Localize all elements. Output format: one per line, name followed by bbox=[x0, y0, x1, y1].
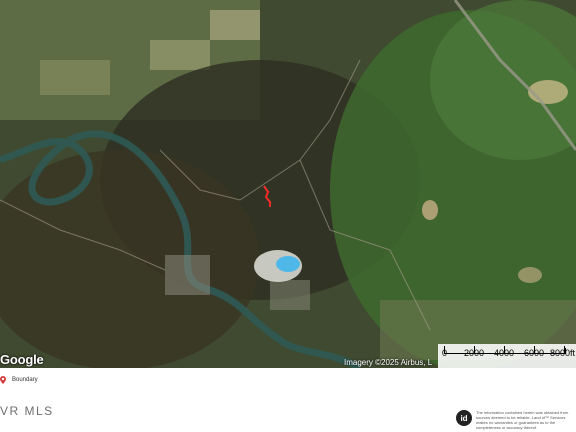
map-legend: Boundary bbox=[0, 376, 38, 384]
imagery-attribution[interactable]: Imagery ©2025 Airbus, L bbox=[344, 358, 432, 367]
google-logo: Google bbox=[0, 352, 44, 367]
land-id-logo: id bbox=[456, 410, 472, 426]
scale-label: 8000ft bbox=[550, 348, 576, 358]
scale-bar: 0 2000 4000 6000 8000ft bbox=[438, 344, 576, 368]
scale-label: 4000 bbox=[494, 348, 515, 358]
scale-label: 2000 bbox=[464, 348, 485, 358]
disclaimer-text: The information contained herein was obt… bbox=[476, 410, 569, 430]
boundary-marker-icon bbox=[0, 376, 6, 384]
mls-source: VR MLS bbox=[0, 404, 54, 418]
legend-label: Boundary bbox=[12, 377, 38, 383]
satellite-map[interactable]: Google Imagery ©2025 Airbus, L 0 2000 40… bbox=[0, 0, 576, 368]
terrain-imagery bbox=[0, 0, 576, 368]
disclaimer-block: id The information contained herein was … bbox=[456, 410, 576, 430]
scale-label: 6000 bbox=[524, 348, 545, 358]
scale-label: 0 bbox=[442, 348, 448, 358]
